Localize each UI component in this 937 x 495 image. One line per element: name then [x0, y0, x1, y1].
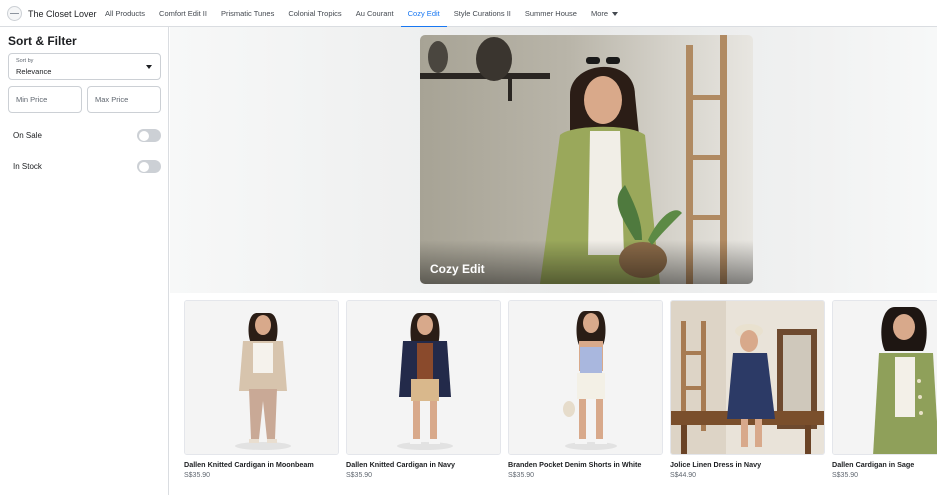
more-label: More: [590, 9, 609, 18]
in-stock-toggle[interactable]: [137, 160, 161, 173]
product-name: Dallen Knitted Cardigan in Moonbeam: [184, 460, 314, 469]
min-price-input[interactable]: [8, 86, 82, 113]
collection-tabs: All Products Comfort Edit II Prismatic T…: [98, 0, 625, 28]
product-name: Dallen Knitted Cardigan in Navy: [346, 460, 456, 469]
tab-au-courant[interactable]: Au Courant: [349, 0, 401, 27]
collection-main: Cozy Edit Dallen Knitted Cardigan in Moo…: [170, 27, 937, 495]
shop-logo-icon: [7, 6, 22, 21]
tab-cozy-edit[interactable]: Cozy Edit: [400, 0, 447, 28]
sort-by-value: Relevance: [16, 67, 52, 76]
product-image: [508, 300, 663, 455]
on-sale-toggle[interactable]: [137, 129, 161, 142]
product-card[interactable]: Branden Pocket Denim Shorts in White S$3…: [508, 300, 663, 479]
product-price: S$35.90: [508, 472, 535, 479]
product-card[interactable]: Dallen Knitted Cardigan in Moonbeam S$35…: [184, 300, 339, 479]
sort-by-caption: Sort by: [16, 58, 34, 64]
tab-colonial-tropics[interactable]: Colonial Tropics: [281, 0, 348, 27]
hero-banner[interactable]: Cozy Edit: [420, 35, 753, 284]
in-stock-label: In Stock: [13, 162, 42, 171]
sort-filter-title: Sort & Filter: [8, 34, 77, 48]
dropdown-caret-icon: [146, 65, 152, 69]
tab-comfort-edit-ii[interactable]: Comfort Edit II: [152, 0, 214, 27]
chevron-down-icon: [612, 11, 619, 16]
max-price-input[interactable]: [87, 86, 161, 113]
product-price: S$35.90: [346, 472, 373, 479]
product-price: S$35.90: [832, 472, 859, 479]
product-price: S$35.90: [184, 472, 211, 479]
top-nav-bar: The Closet Lover All Products Comfort Ed…: [0, 0, 937, 28]
sort-by-select[interactable]: Sort by Relevance: [8, 53, 161, 80]
product-name: Branden Pocket Denim Shorts in White: [508, 460, 642, 469]
hero-title: Cozy Edit: [430, 262, 485, 276]
product-grid: Dallen Knitted Cardigan in Moonbeam S$35…: [184, 300, 937, 490]
tab-prismatic-tunes[interactable]: Prismatic Tunes: [214, 0, 281, 27]
more-menu-button[interactable]: More: [584, 0, 625, 27]
shop-name: The Closet Lover: [28, 8, 97, 19]
product-card[interactable]: Dallen Knitted Cardigan in Navy S$35.90: [346, 300, 501, 479]
product-name: Dallen Cardigan in Sage: [832, 460, 915, 469]
hero-photo: [420, 35, 753, 284]
tab-summer-house[interactable]: Summer House: [518, 0, 584, 27]
product-image: [832, 300, 937, 455]
product-image: [184, 300, 339, 455]
tab-style-curations-ii[interactable]: Style Curations II: [447, 0, 518, 27]
product-image: [346, 300, 501, 455]
on-sale-label: On Sale: [13, 131, 42, 140]
shop-header[interactable]: The Closet Lover: [7, 5, 97, 22]
product-name: Jolice Linen Dress in Navy: [670, 460, 762, 469]
product-card[interactable]: Dallen Cardigan in Sage S$35.90: [832, 300, 937, 479]
product-image: [670, 300, 825, 455]
product-price: S$44.90: [670, 472, 697, 479]
product-card[interactable]: Jolice Linen Dress in Navy S$44.90: [670, 300, 825, 479]
sort-filter-sidebar: Sort & Filter Sort by Relevance On Sale …: [0, 27, 169, 495]
tab-all-products[interactable]: All Products: [98, 0, 152, 27]
